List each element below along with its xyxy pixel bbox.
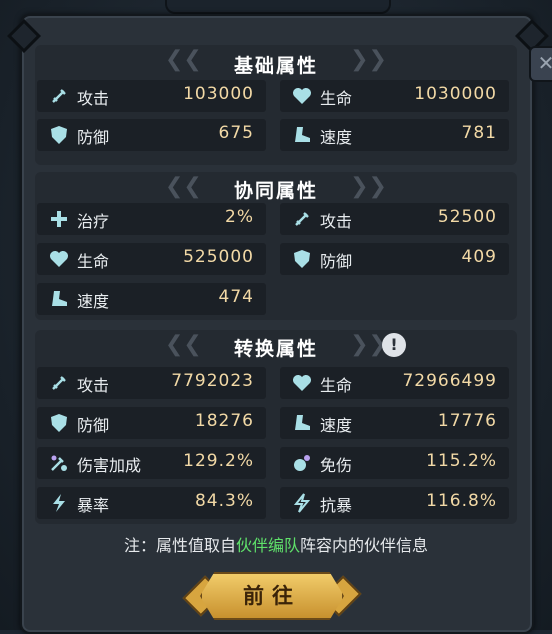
boot-icon bbox=[292, 125, 312, 145]
stat-hp: 生命 1030000 bbox=[280, 80, 509, 112]
stat-hp: 生命 525000 bbox=[37, 243, 266, 275]
stat-damage-boost: 伤害加成 129.2% bbox=[37, 447, 266, 479]
heart-icon bbox=[292, 86, 312, 106]
stat-crit-resist: 抗暴 116.8% bbox=[280, 487, 509, 519]
sword-icon bbox=[49, 373, 69, 393]
stat-attack: 攻击 103000 bbox=[37, 80, 266, 112]
section-title: 转换属性 bbox=[233, 338, 318, 360]
boot-icon bbox=[49, 289, 69, 309]
stat-attack: 攻击 52500 bbox=[280, 203, 509, 235]
info-button[interactable]: ! bbox=[382, 333, 406, 357]
info-note: 注：属性值取自伙伴编队阵容内的伙伴信息 bbox=[123, 536, 429, 555]
stat-speed: 速度 781 bbox=[280, 119, 509, 151]
stat-defense: 防御 18276 bbox=[37, 407, 266, 439]
close-icon: ✕ bbox=[537, 51, 552, 75]
top-tab-frame bbox=[165, 0, 391, 14]
stat-heal: 治疗 2% bbox=[37, 203, 266, 235]
stat-defense: 防御 409 bbox=[280, 243, 509, 275]
heart-icon bbox=[49, 249, 69, 269]
heal-cross-icon bbox=[49, 209, 69, 229]
stat-attack: 攻击 7792023 bbox=[37, 367, 266, 399]
stat-damage-reduction: 免伤 115.2% bbox=[280, 447, 509, 479]
exclamation-icon: ! bbox=[390, 335, 398, 354]
crit-icon bbox=[49, 493, 69, 513]
sword-icon bbox=[49, 86, 69, 106]
stat-speed: 速度 474 bbox=[37, 283, 266, 315]
shield-icon bbox=[49, 125, 69, 145]
shield-icon bbox=[292, 249, 312, 269]
close-button[interactable]: ✕ bbox=[529, 46, 552, 82]
sword-icon bbox=[292, 209, 312, 229]
team-link-text: 伙伴编队 bbox=[235, 536, 300, 555]
damage-boost-icon bbox=[49, 453, 69, 473]
go-button[interactable]: 前往 bbox=[200, 572, 344, 620]
shield-icon bbox=[49, 413, 69, 433]
boot-icon bbox=[292, 413, 312, 433]
heart-icon bbox=[292, 373, 312, 393]
stat-speed: 速度 17776 bbox=[280, 407, 509, 439]
stat-hp: 生命 72966499 bbox=[280, 367, 509, 399]
section-title: 协同属性 bbox=[233, 180, 318, 202]
stat-defense: 防御 675 bbox=[37, 119, 266, 151]
damage-reduction-icon bbox=[292, 453, 312, 473]
stat-crit-rate: 暴率 84.3% bbox=[37, 487, 266, 519]
section-title: 基础属性 bbox=[233, 55, 318, 77]
crit-resist-icon bbox=[292, 493, 312, 513]
